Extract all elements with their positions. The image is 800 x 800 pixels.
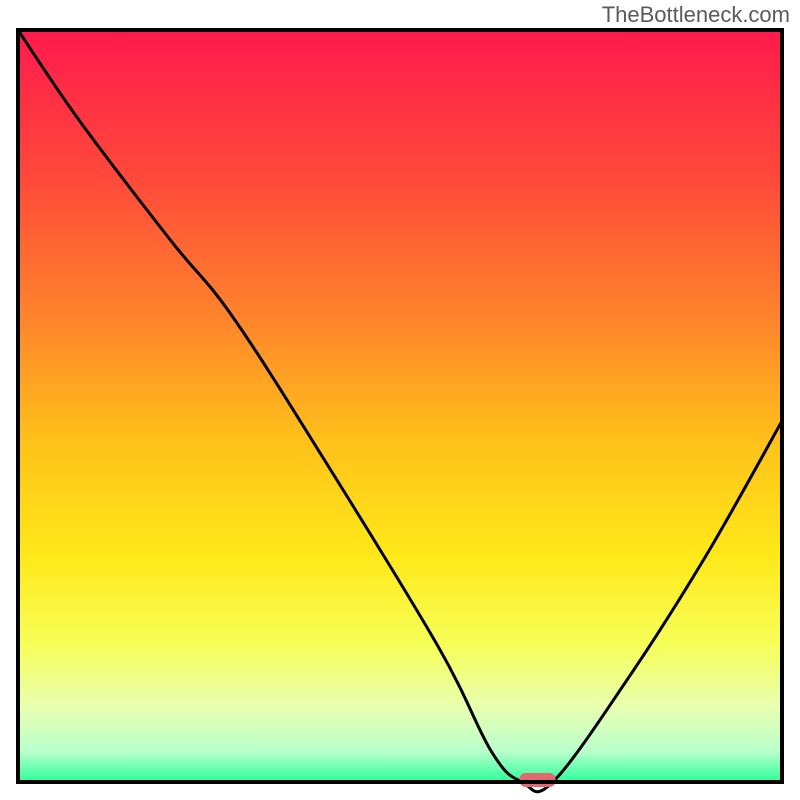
attribution-label: TheBottleneck.com <box>602 2 790 28</box>
bottleneck-chart: TheBottleneck.com <box>0 0 800 800</box>
chart-svg <box>0 0 800 800</box>
